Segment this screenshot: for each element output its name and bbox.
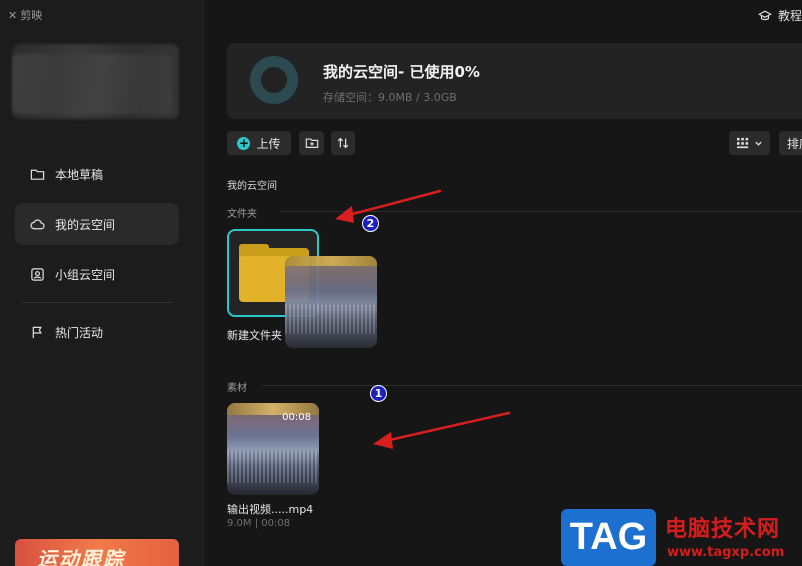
watermark-url: www.tagxp.com (667, 545, 785, 560)
annotation-arrow (383, 411, 511, 443)
watermark-tag-logo: TAG (561, 509, 656, 566)
annotation-arrow (343, 189, 442, 218)
video-duration: 00:08 (282, 412, 311, 423)
annotation-arrows (335, 189, 511, 449)
watermark-text: 电脑技术网 (665, 517, 781, 542)
arrow-head (373, 432, 393, 449)
annotation-badge-2: 2 (362, 215, 379, 232)
site-watermark: TAG 电脑技术网 www.tagxp.com (561, 509, 802, 566)
annotation-badge-1: 1 (370, 385, 387, 402)
arrow-head (335, 206, 354, 223)
